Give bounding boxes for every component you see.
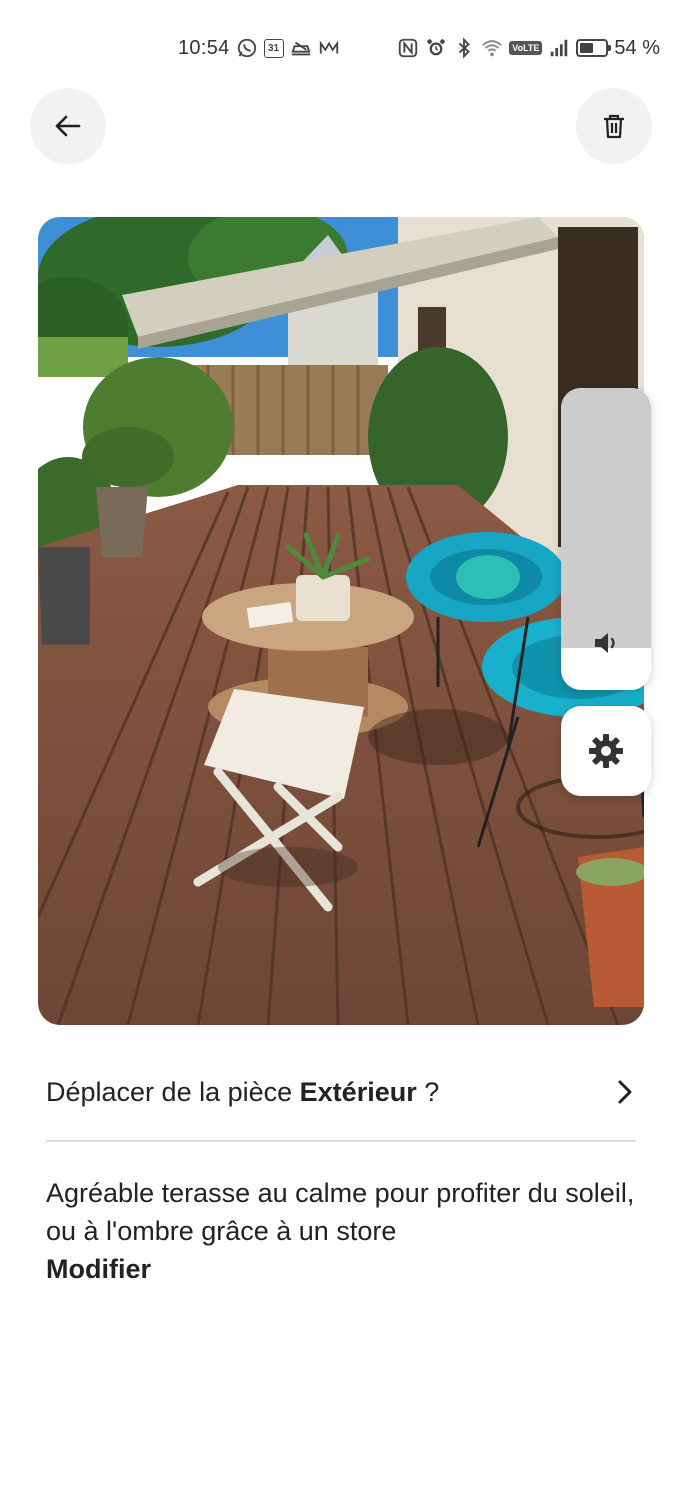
bluetooth-icon: [453, 37, 475, 59]
move-room-row[interactable]: Déplacer de la pièce Extérieur ?: [46, 1064, 636, 1120]
move-room-name: Extérieur: [299, 1076, 417, 1107]
arrow-left-icon: [55, 115, 81, 137]
photo-caption: Agréable terasse au calme pour profiter …: [46, 1174, 656, 1288]
room-photo[interactable]: [38, 217, 644, 1025]
volte-icon: VoLTE: [509, 41, 543, 55]
caption-text: Agréable terasse au calme pour profiter …: [46, 1178, 635, 1246]
alarm-icon: [425, 37, 447, 59]
status-left: 10:54 31: [178, 36, 340, 60]
signal-icon: [548, 37, 570, 59]
nfc-icon: [397, 37, 419, 59]
calendar-icon: 31: [263, 38, 284, 58]
status-time: 10:54: [178, 36, 230, 59]
move-room-prefix: Déplacer de la pièce: [46, 1076, 300, 1107]
divider: [46, 1140, 636, 1142]
whatsapp-icon: [236, 37, 258, 59]
wifi-icon: [481, 37, 503, 59]
delete-button[interactable]: [576, 88, 652, 164]
volume-level-fill: [561, 388, 651, 648]
chevron-right-icon: [618, 1080, 632, 1104]
status-bar: 10:54 31 VoLTE 54 %: [0, 0, 682, 92]
gear-icon: [589, 734, 623, 768]
move-room-suffix: ?: [416, 1076, 440, 1107]
back-button[interactable]: [30, 88, 106, 164]
car-icon: [290, 37, 312, 59]
battery-icon: [576, 39, 612, 57]
volume-slider[interactable]: [561, 388, 651, 690]
battery-fill: [580, 43, 594, 53]
move-room-text: Déplacer de la pièce Extérieur ?: [46, 1077, 439, 1108]
status-right: VoLTE 54 %: [397, 36, 660, 60]
volume-settings-button[interactable]: [561, 706, 651, 796]
trash-icon: [604, 114, 624, 139]
speaker-icon: [595, 633, 615, 653]
terrace-photo-illustration: [38, 217, 644, 1025]
mail-icon: [318, 37, 340, 59]
battery-percent: 54 %: [614, 36, 660, 59]
edit-caption-link[interactable]: Modifier: [46, 1250, 656, 1288]
